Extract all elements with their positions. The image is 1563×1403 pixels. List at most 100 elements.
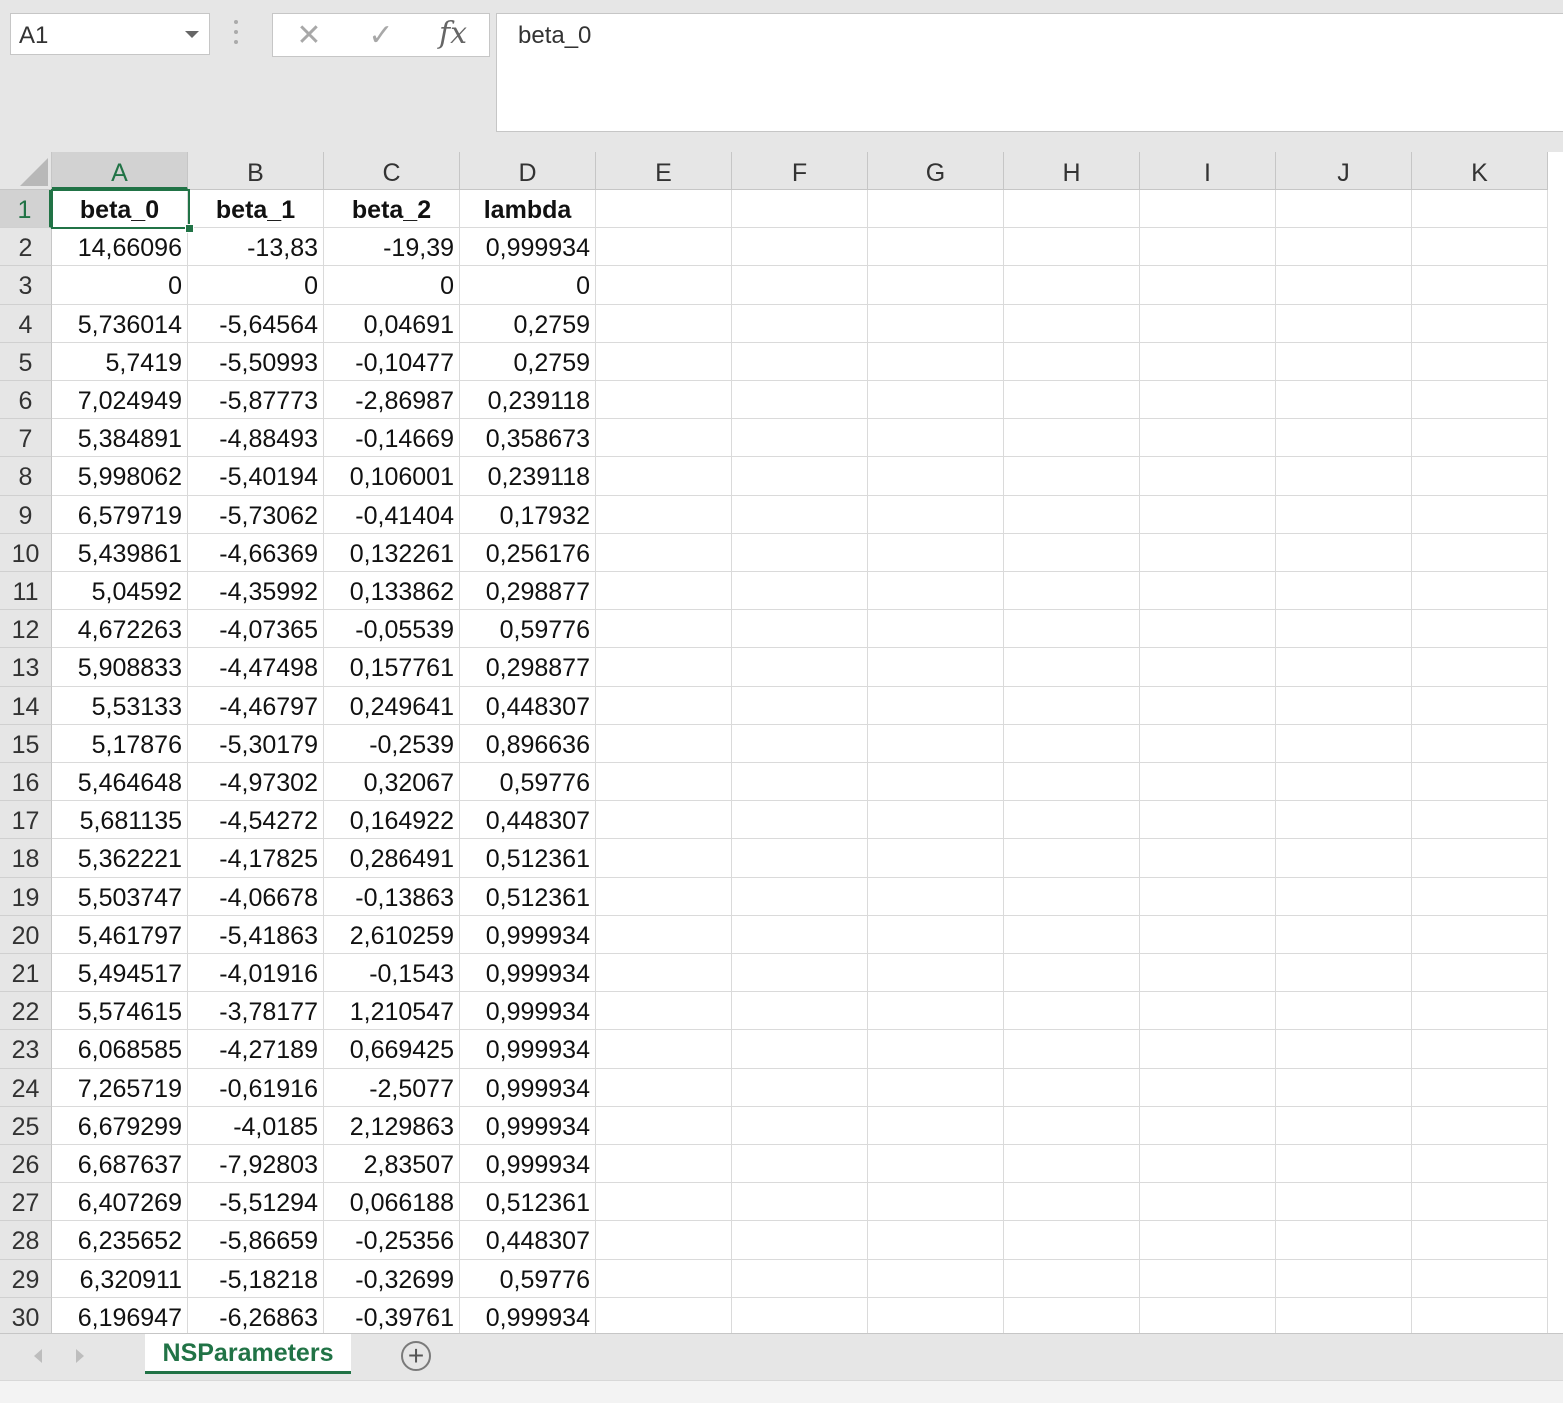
cell-e21[interactable] bbox=[596, 954, 732, 993]
cell-a17[interactable]: 5,681135 bbox=[52, 801, 188, 840]
sheet-tab-nsparameters[interactable]: NSParameters bbox=[145, 1334, 351, 1374]
cell-g6[interactable] bbox=[868, 381, 1004, 420]
select-all-button[interactable] bbox=[0, 152, 52, 190]
cell-j6[interactable] bbox=[1276, 381, 1412, 420]
cell-d20[interactable]: 0,999934 bbox=[460, 915, 596, 954]
cell-h24[interactable] bbox=[1004, 1068, 1140, 1107]
cell-f11[interactable] bbox=[732, 572, 868, 611]
cell-f10[interactable] bbox=[732, 533, 868, 572]
cell-b4[interactable]: -5,64564 bbox=[188, 304, 324, 343]
cell-a19[interactable]: 5,503747 bbox=[52, 877, 188, 916]
row-header[interactable]: 14 bbox=[0, 686, 52, 725]
cell-h12[interactable] bbox=[1004, 610, 1140, 649]
cell-d6[interactable]: 0,239118 bbox=[460, 381, 596, 420]
cell-i24[interactable] bbox=[1140, 1068, 1276, 1107]
cell-e17[interactable] bbox=[596, 801, 732, 840]
cell-c2[interactable]: -19,39 bbox=[324, 228, 460, 267]
cell-d5[interactable]: 0,2759 bbox=[460, 342, 596, 381]
cell-e19[interactable] bbox=[596, 877, 732, 916]
cell-b22[interactable]: -3,78177 bbox=[188, 992, 324, 1031]
cell-h3[interactable] bbox=[1004, 266, 1140, 305]
cell-g20[interactable] bbox=[868, 915, 1004, 954]
cell-g26[interactable] bbox=[868, 1145, 1004, 1184]
cell-b9[interactable]: -5,73062 bbox=[188, 495, 324, 534]
cell-c25[interactable]: 2,129863 bbox=[324, 1106, 460, 1145]
cell-k25[interactable] bbox=[1412, 1106, 1548, 1145]
cell-e7[interactable] bbox=[596, 419, 732, 458]
cell-f3[interactable] bbox=[732, 266, 868, 305]
cell-e15[interactable] bbox=[596, 724, 732, 763]
cell-e22[interactable] bbox=[596, 992, 732, 1031]
cell-e3[interactable] bbox=[596, 266, 732, 305]
cell-k27[interactable] bbox=[1412, 1183, 1548, 1222]
cell-j19[interactable] bbox=[1276, 877, 1412, 916]
cell-b10[interactable]: -4,66369 bbox=[188, 533, 324, 572]
cell-f22[interactable] bbox=[732, 992, 868, 1031]
cell-e29[interactable] bbox=[596, 1259, 732, 1298]
cell-i29[interactable] bbox=[1140, 1259, 1276, 1298]
cell-c12[interactable]: -0,05539 bbox=[324, 610, 460, 649]
cell-f29[interactable] bbox=[732, 1259, 868, 1298]
row-header[interactable]: 29 bbox=[0, 1259, 52, 1298]
cell-k28[interactable] bbox=[1412, 1221, 1548, 1260]
cell-f21[interactable] bbox=[732, 954, 868, 993]
cell-k10[interactable] bbox=[1412, 533, 1548, 572]
cell-i18[interactable] bbox=[1140, 839, 1276, 878]
cell-f25[interactable] bbox=[732, 1106, 868, 1145]
row-header[interactable]: 13 bbox=[0, 648, 52, 687]
cell-k13[interactable] bbox=[1412, 648, 1548, 687]
cell-f2[interactable] bbox=[732, 228, 868, 267]
cell-i8[interactable] bbox=[1140, 457, 1276, 496]
cell-e5[interactable] bbox=[596, 342, 732, 381]
cell-b24[interactable]: -0,61916 bbox=[188, 1068, 324, 1107]
cell-h18[interactable] bbox=[1004, 839, 1140, 878]
cell-a6[interactable]: 7,024949 bbox=[52, 381, 188, 420]
cell-d4[interactable]: 0,2759 bbox=[460, 304, 596, 343]
cell-i16[interactable] bbox=[1140, 763, 1276, 802]
cell-c13[interactable]: 0,157761 bbox=[324, 648, 460, 687]
cell-h16[interactable] bbox=[1004, 763, 1140, 802]
row-header[interactable]: 11 bbox=[0, 572, 52, 611]
cell-i15[interactable] bbox=[1140, 724, 1276, 763]
cell-g1[interactable] bbox=[868, 190, 1004, 229]
cell-c1[interactable]: beta_2 bbox=[324, 190, 460, 229]
cell-i14[interactable] bbox=[1140, 686, 1276, 725]
row-header[interactable]: 7 bbox=[0, 419, 52, 458]
cell-i21[interactable] bbox=[1140, 954, 1276, 993]
cell-j12[interactable] bbox=[1276, 610, 1412, 649]
cell-a13[interactable]: 5,908833 bbox=[52, 648, 188, 687]
cell-j21[interactable] bbox=[1276, 954, 1412, 993]
cell-e25[interactable] bbox=[596, 1106, 732, 1145]
cell-e23[interactable] bbox=[596, 1030, 732, 1069]
cell-g19[interactable] bbox=[868, 877, 1004, 916]
cell-a11[interactable]: 5,04592 bbox=[52, 572, 188, 611]
cell-h26[interactable] bbox=[1004, 1145, 1140, 1184]
cell-h11[interactable] bbox=[1004, 572, 1140, 611]
cell-h21[interactable] bbox=[1004, 954, 1140, 993]
cell-i12[interactable] bbox=[1140, 610, 1276, 649]
cell-i27[interactable] bbox=[1140, 1183, 1276, 1222]
cell-f24[interactable] bbox=[732, 1068, 868, 1107]
cell-h4[interactable] bbox=[1004, 304, 1140, 343]
cell-e10[interactable] bbox=[596, 533, 732, 572]
row-header[interactable]: 5 bbox=[0, 342, 52, 381]
cell-b30[interactable]: -6,26863 bbox=[188, 1297, 324, 1333]
cell-k8[interactable] bbox=[1412, 457, 1548, 496]
cell-c9[interactable]: -0,41404 bbox=[324, 495, 460, 534]
cell-c14[interactable]: 0,249641 bbox=[324, 686, 460, 725]
cell-e14[interactable] bbox=[596, 686, 732, 725]
cell-j13[interactable] bbox=[1276, 648, 1412, 687]
cell-g4[interactable] bbox=[868, 304, 1004, 343]
cell-h2[interactable] bbox=[1004, 228, 1140, 267]
cell-d28[interactable]: 0,448307 bbox=[460, 1221, 596, 1260]
cell-d7[interactable]: 0,358673 bbox=[460, 419, 596, 458]
cell-c19[interactable]: -0,13863 bbox=[324, 877, 460, 916]
cell-b15[interactable]: -5,30179 bbox=[188, 724, 324, 763]
cell-k21[interactable] bbox=[1412, 954, 1548, 993]
cell-f20[interactable] bbox=[732, 915, 868, 954]
cell-b6[interactable]: -5,87773 bbox=[188, 381, 324, 420]
formula-text[interactable]: beta_0 bbox=[518, 22, 591, 50]
row-header[interactable]: 6 bbox=[0, 381, 52, 420]
cell-b26[interactable]: -7,92803 bbox=[188, 1145, 324, 1184]
cell-k24[interactable] bbox=[1412, 1068, 1548, 1107]
